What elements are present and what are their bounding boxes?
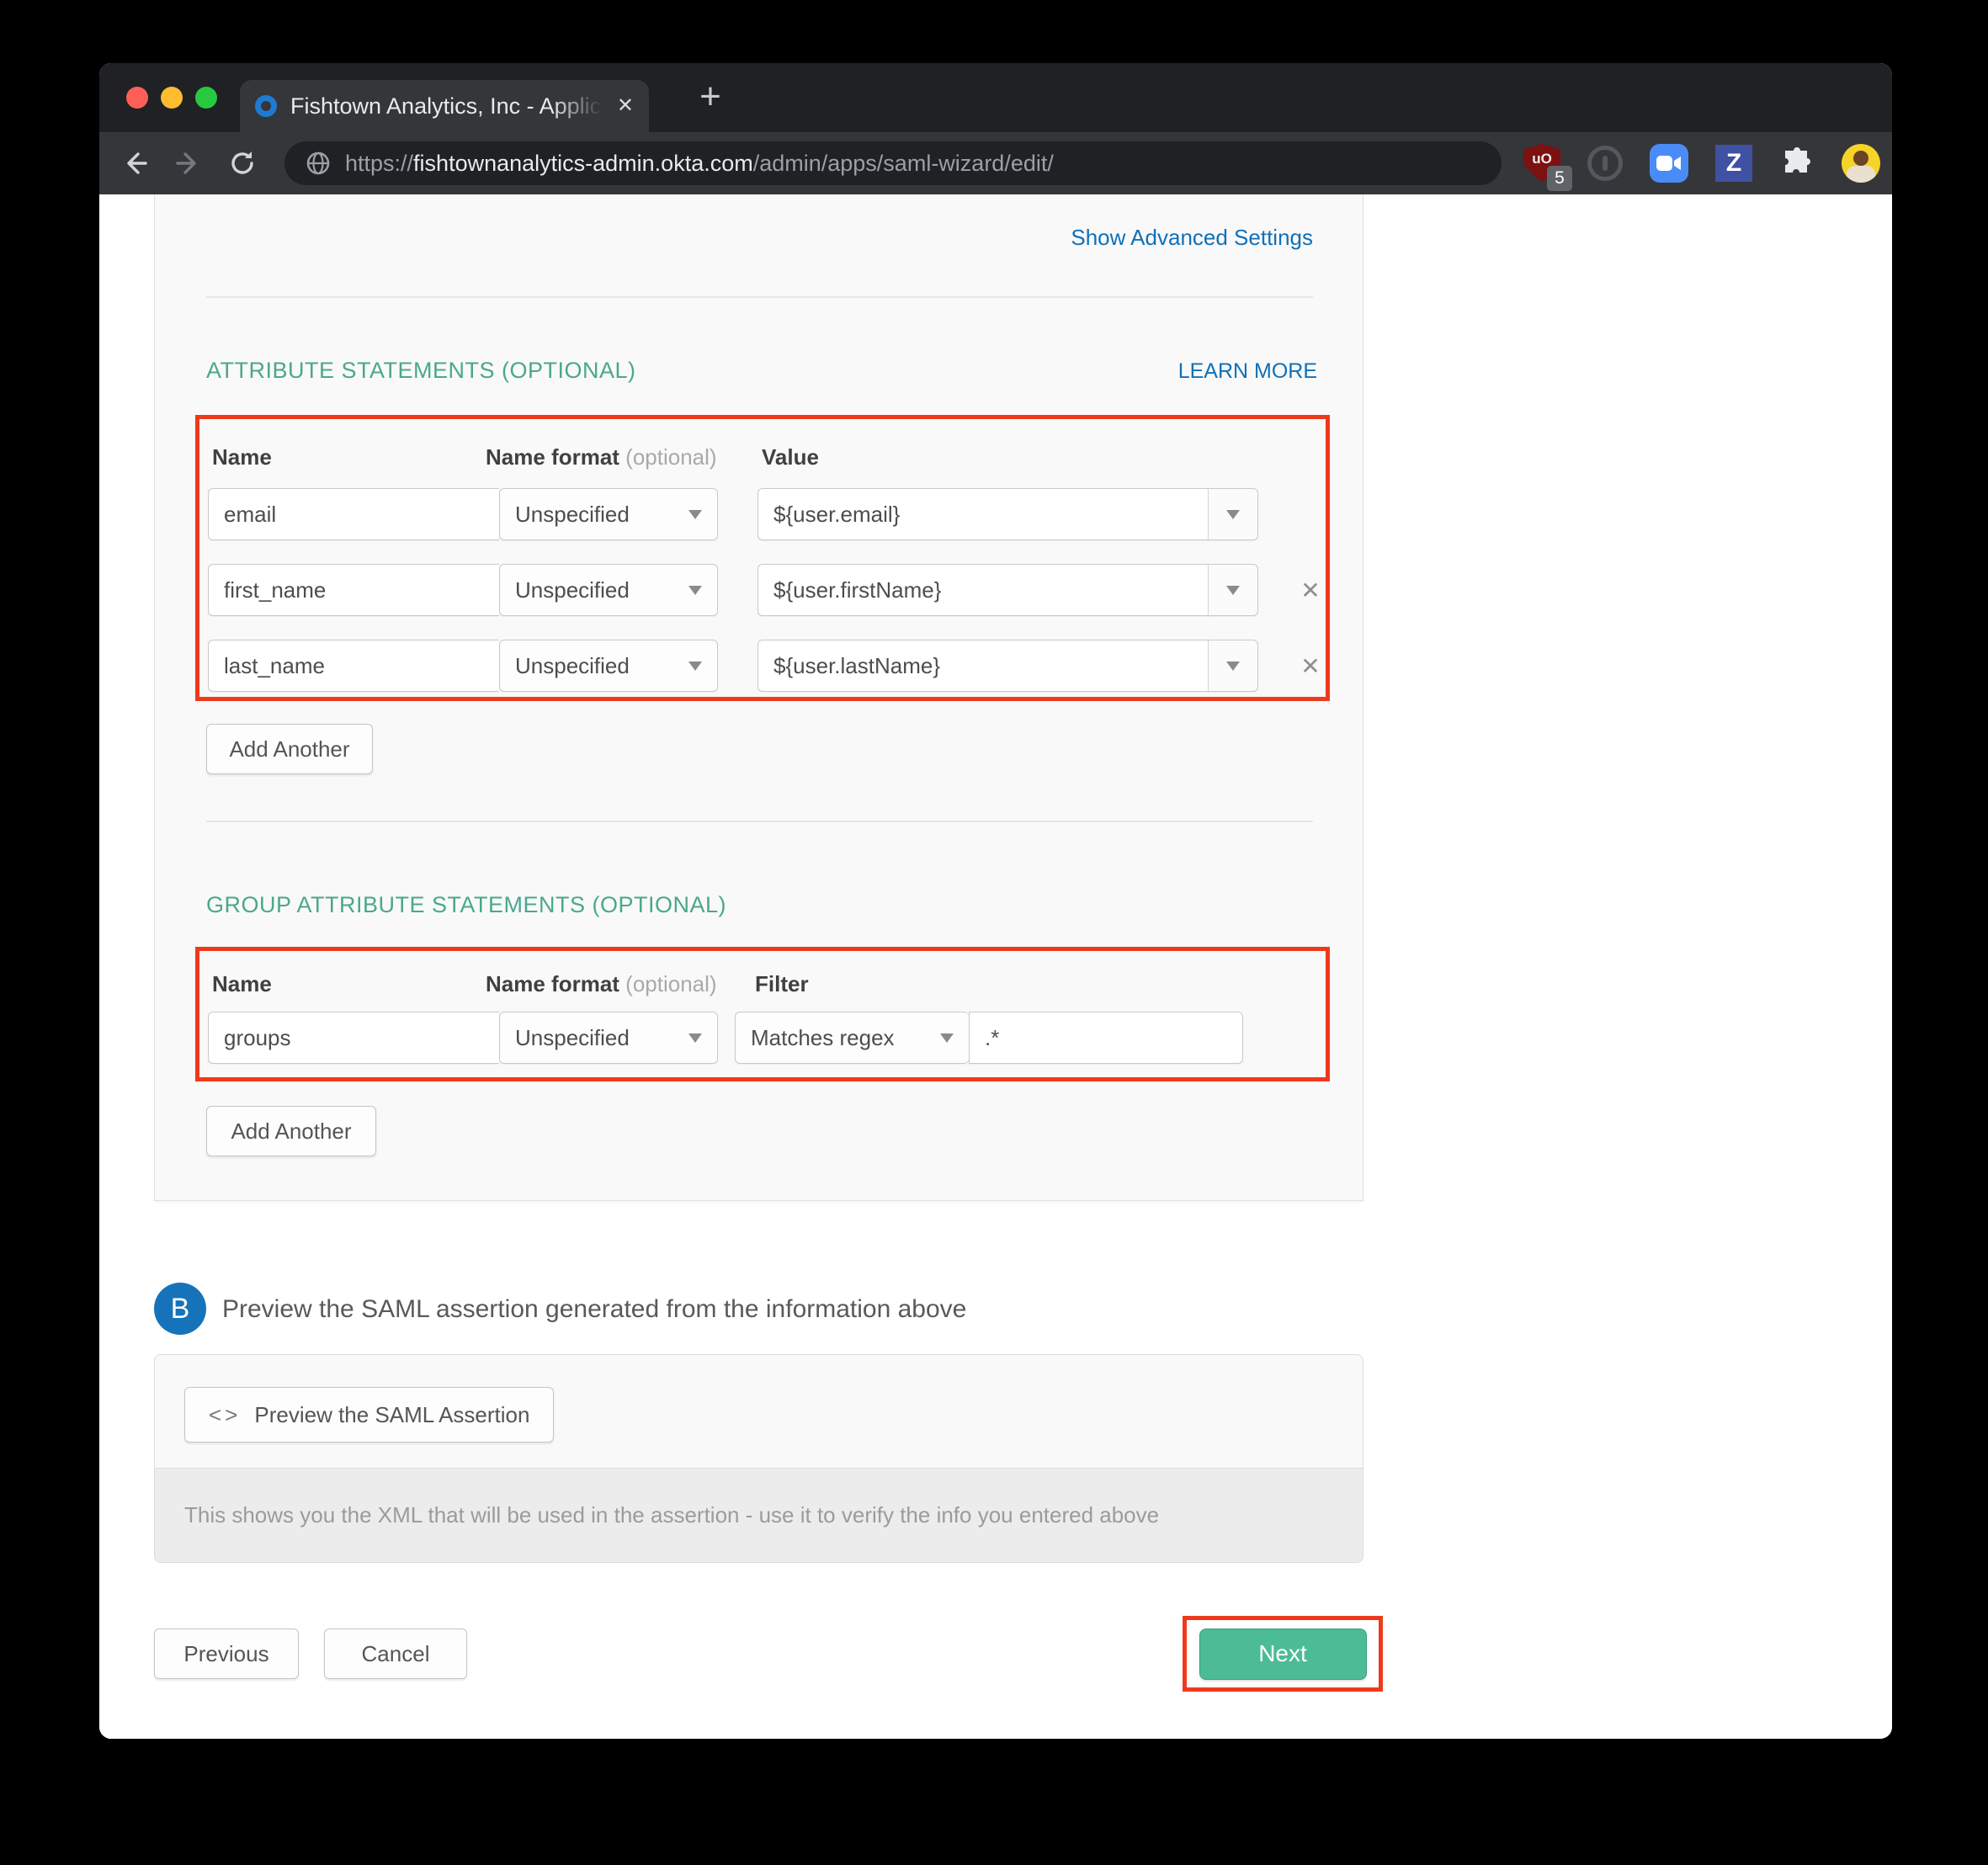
cancel-button[interactable]: Cancel xyxy=(324,1629,467,1679)
name-format-label: Name format xyxy=(486,444,619,470)
step-b-badge: B xyxy=(154,1283,206,1335)
group-name-format-select[interactable]: Unspecified xyxy=(499,1012,718,1064)
next-button[interactable]: Next xyxy=(1199,1629,1367,1680)
minimize-window-button[interactable] xyxy=(161,87,183,109)
name-format-optional-label: (optional) xyxy=(625,444,716,470)
attribute-name-format-select[interactable]: Unspecified xyxy=(499,488,718,540)
chevron-down-icon xyxy=(688,662,702,671)
column-header-name-format: Name format (optional) xyxy=(486,971,717,997)
column-header-filter: Filter xyxy=(755,971,809,997)
page-content: Show Advanced Settings ATTRIBUTE STATEME… xyxy=(99,194,1892,1739)
group-attribute-statements-title: GROUP ATTRIBUTE STATEMENTS (OPTIONAL) xyxy=(206,892,726,918)
remove-row-button[interactable]: ✕ xyxy=(1294,564,1327,616)
back-button[interactable] xyxy=(118,146,151,180)
selected-format: Unspecified xyxy=(515,502,630,528)
learn-more-link[interactable]: LEARN MORE xyxy=(1178,359,1317,384)
url-text: https://fishtownanalytics-admin.okta.com… xyxy=(345,151,1054,177)
chevron-down-icon xyxy=(688,586,702,595)
ublock-extension-icon[interactable]: uO 5 xyxy=(1523,144,1560,183)
name-format-label: Name format xyxy=(486,971,619,996)
attribute-name-input[interactable] xyxy=(208,564,499,616)
tab-title: Fishtown Analytics, Inc - Applic xyxy=(290,93,601,119)
reload-button[interactable] xyxy=(226,146,259,180)
site-globe-icon xyxy=(305,150,332,177)
chevron-down-icon xyxy=(688,510,702,519)
preview-section-heading: Preview the SAML assertion generated fro… xyxy=(222,1295,966,1324)
ublock-badge: 5 xyxy=(1547,166,1572,191)
preview-note-text: This shows you the XML that will be used… xyxy=(184,1502,1159,1528)
tab-strip: Fishtown Analytics, Inc - Applic ✕ + xyxy=(99,63,1892,132)
chevron-down-icon xyxy=(1226,510,1240,519)
forward-button[interactable] xyxy=(172,146,205,180)
attribute-name-input[interactable] xyxy=(208,640,499,692)
code-brackets-icon: <> xyxy=(209,1402,241,1428)
show-advanced-settings-link[interactable]: Show Advanced Settings xyxy=(1071,225,1313,251)
chevron-down-icon xyxy=(940,1033,954,1043)
attribute-value-input[interactable] xyxy=(757,488,1209,540)
group-filter-type-select[interactable]: Matches regex xyxy=(735,1012,969,1064)
ublock-label: uO xyxy=(1532,151,1552,167)
tab-close-icon[interactable]: ✕ xyxy=(617,96,634,116)
selected-format: Unspecified xyxy=(515,653,630,679)
add-another-group-attribute-button[interactable]: Add Another xyxy=(206,1106,376,1156)
attribute-statements-title: ATTRIBUTE STATEMENTS (OPTIONAL) xyxy=(206,358,636,384)
attribute-value-input[interactable] xyxy=(757,564,1209,616)
attribute-value-dropdown-button[interactable] xyxy=(1208,640,1258,692)
chevron-down-icon xyxy=(1226,662,1240,671)
selected-format: Unspecified xyxy=(515,577,630,603)
url-path: /admin/apps/saml-wizard/edit/ xyxy=(753,151,1054,176)
name-format-optional-label: (optional) xyxy=(625,971,716,996)
preview-note-area: This shows you the XML that will be used… xyxy=(155,1468,1363,1562)
attribute-value-dropdown-button[interactable] xyxy=(1208,564,1258,616)
maximize-window-button[interactable] xyxy=(195,87,217,109)
chevron-down-icon xyxy=(688,1033,702,1043)
url-host: fishtownanalytics-admin.okta.com xyxy=(413,151,753,176)
group-filter-value-input[interactable] xyxy=(969,1012,1243,1064)
attribute-value-input[interactable] xyxy=(757,640,1209,692)
group-name-input[interactable] xyxy=(208,1012,499,1064)
highlight-box-attribute-statements: Name Name format (optional) Value Unspec… xyxy=(195,415,1330,701)
column-header-name: Name xyxy=(212,444,272,470)
preview-button-label: Preview the SAML Assertion xyxy=(254,1402,529,1428)
password-manager-extension-icon[interactable] xyxy=(1587,146,1623,181)
highlight-box-next: Next xyxy=(1183,1616,1383,1692)
column-header-value: Value xyxy=(762,444,819,470)
preview-saml-assertion-button[interactable]: <> Preview the SAML Assertion xyxy=(184,1387,554,1443)
attribute-name-input[interactable] xyxy=(208,488,499,540)
browser-tab[interactable]: Fishtown Analytics, Inc - Applic ✕ xyxy=(240,80,649,132)
chevron-down-icon xyxy=(1226,586,1240,595)
previous-button[interactable]: Previous xyxy=(154,1629,299,1679)
zoom-extension-icon[interactable] xyxy=(1650,144,1688,183)
remove-row-button[interactable]: ✕ xyxy=(1294,640,1327,692)
profile-avatar[interactable] xyxy=(1842,144,1880,183)
add-another-attribute-button[interactable]: Add Another xyxy=(206,724,373,774)
browser-window: Fishtown Analytics, Inc - Applic ✕ + htt… xyxy=(99,63,1892,1739)
address-bar[interactable]: https://fishtownanalytics-admin.okta.com… xyxy=(284,141,1502,185)
window-controls xyxy=(126,87,217,109)
highlight-box-group-attribute-statements: Name Name format (optional) Filter Unspe… xyxy=(195,947,1330,1081)
divider xyxy=(206,821,1313,822)
okta-favicon-icon xyxy=(255,95,277,117)
column-header-name-format: Name format (optional) xyxy=(486,444,717,470)
selected-filter-type: Matches regex xyxy=(751,1025,895,1051)
browser-toolbar: https://fishtownanalytics-admin.okta.com… xyxy=(99,132,1892,194)
extensions-puzzle-icon[interactable] xyxy=(1779,146,1815,181)
divider xyxy=(206,296,1313,298)
selected-format: Unspecified xyxy=(515,1025,630,1051)
z-extension-icon[interactable]: Z xyxy=(1715,145,1752,182)
column-header-name: Name xyxy=(212,971,272,997)
new-tab-button[interactable]: + xyxy=(688,75,732,119)
preview-assertion-panel: <> Preview the SAML Assertion This shows… xyxy=(154,1354,1363,1563)
attribute-name-format-select[interactable]: Unspecified xyxy=(499,640,718,692)
attribute-name-format-select[interactable]: Unspecified xyxy=(499,564,718,616)
attribute-value-dropdown-button[interactable] xyxy=(1208,488,1258,540)
extensions-row: uO 5 Z xyxy=(1523,144,1892,183)
url-scheme: https:// xyxy=(345,151,413,176)
close-window-button[interactable] xyxy=(126,87,148,109)
